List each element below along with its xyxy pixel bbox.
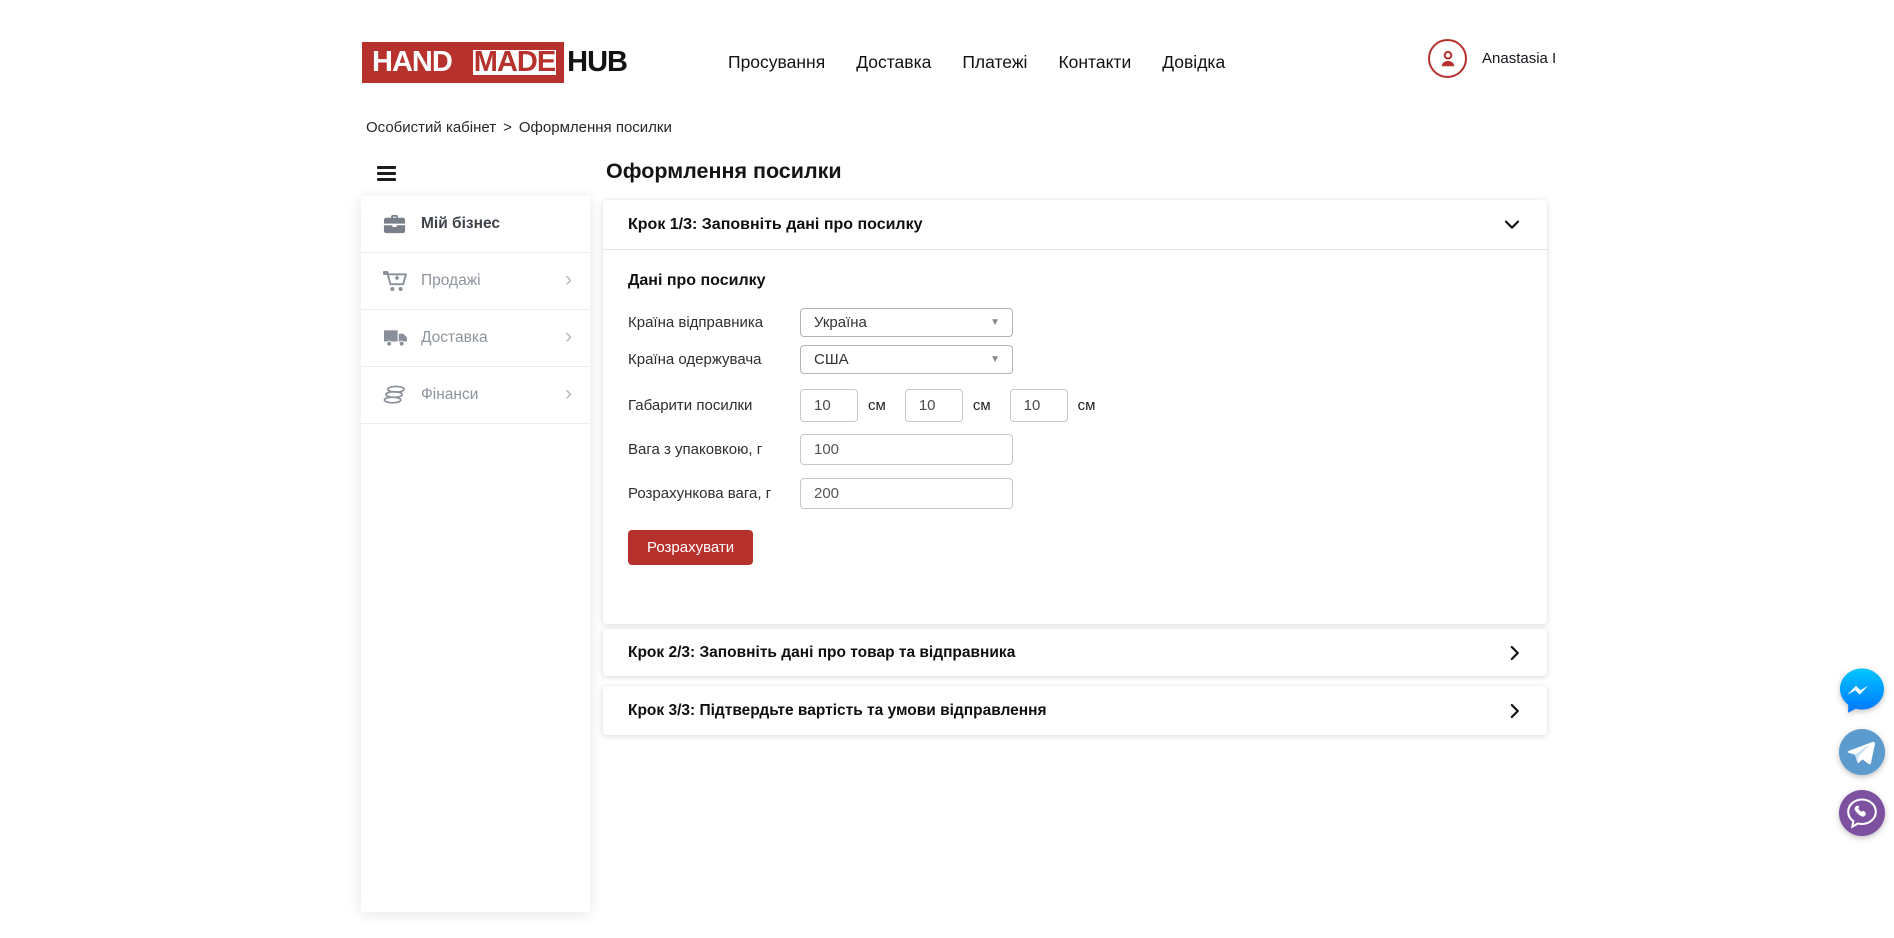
sidebar-item-sales[interactable]: Продажі › [361,253,590,310]
messenger-icon[interactable] [1837,666,1887,716]
sender-country-select[interactable]: Україна ▼ [800,308,1013,337]
handmadehub-logo[interactable]: HAND MADE HUB [362,42,627,83]
recipient-country-select[interactable]: США ▼ [800,345,1013,374]
recipient-country-row: Країна одержувача США ▼ [628,345,1522,374]
briefcase-icon [383,214,408,234]
page: HAND MADE HUB Просування Доставка Платеж… [0,0,1894,938]
recipient-country-label: Країна одержувача [628,351,800,368]
dimension-height-input[interactable] [1010,389,1068,422]
logo-hub: HUB [564,42,627,83]
calc-weight-label: Розрахункова вага, г [628,485,800,502]
breadcrumb-current: Оформлення посилки [519,119,672,136]
sidebar-item-label: Доставка [421,329,565,347]
calculate-button[interactable]: Розрахувати [628,530,753,565]
main-nav: Просування Доставка Платежі Контакти Дов… [728,42,1225,83]
sender-country-label: Країна відправника [628,314,800,331]
nav-item-contacts[interactable]: Контакти [1058,52,1131,73]
sidebar-item-label: Продажі [421,272,565,290]
coins-icon [383,385,408,405]
sidebar-item-label: Фінанси [421,386,565,404]
step1-card: Крок 1/3: Заповніть дані про посилку Дан… [603,200,1547,624]
chevron-right-icon: › [565,326,572,347]
nav-item-payments[interactable]: Платежі [962,52,1027,73]
weight-label: Вага з упаковкою, г [628,441,800,458]
step3-title: Крок 3/3: Підтвердьте вартість та умови … [628,702,1047,720]
nav-item-help[interactable]: Довідка [1162,52,1225,73]
sidebar: Мій бізнес Продажі › [361,196,590,912]
weight-row: Вага з упаковкою, г [628,434,1522,465]
chevron-down-icon[interactable] [1504,220,1520,230]
breadcrumb: Особистий кабінет > Оформлення посилки [366,119,672,136]
calc-weight-input[interactable] [800,478,1013,509]
unit-cm: см [973,397,991,414]
nav-item-promotion[interactable]: Просування [728,52,825,73]
dropdown-arrow-icon: ▼ [990,317,1000,328]
page-title: Оформлення посилки [606,159,842,184]
telegram-icon[interactable] [1837,727,1887,777]
dimension-width-input[interactable] [905,389,963,422]
weight-input[interactable] [800,434,1013,465]
chevron-right-icon: › [565,269,572,290]
dimensions-row: Габарити посилки см см см [628,389,1522,422]
person-icon [1436,47,1460,71]
sender-country-row: Країна відправника Україна ▼ [628,308,1522,337]
truck-icon [383,329,408,348]
sidebar-item-delivery[interactable]: Доставка › [361,310,590,367]
step2-title: Крок 2/3: Заповніть дані про товар та ві… [628,644,1015,662]
form-heading: Дані про посилку [628,272,1522,290]
calc-weight-row: Розрахункова вага, г [628,478,1522,509]
social-stack [1837,666,1887,838]
viber-icon[interactable] [1837,788,1887,838]
user-menu[interactable]: Anastasia I [1428,39,1556,78]
step3-accordion-header[interactable]: Крок 3/3: Підтвердьте вартість та умови … [603,686,1547,735]
cart-icon [383,271,408,292]
step1-title: Крок 1/3: Заповніть дані про посилку [628,216,923,234]
dimension-length-input[interactable] [800,389,858,422]
chevron-right-icon: › [565,383,572,404]
chevron-right-icon[interactable] [1510,703,1520,719]
user-avatar-icon[interactable] [1428,39,1467,78]
sender-country-value: Україна [814,314,867,331]
logo-made: MADE [469,46,560,79]
dropdown-arrow-icon: ▼ [990,354,1000,365]
nav-item-delivery[interactable]: Доставка [856,52,931,73]
sidebar-item-label: Мій бізнес [421,215,572,233]
breadcrumb-home[interactable]: Особистий кабінет [366,119,496,136]
sidebar-item-my-business[interactable]: Мій бізнес [361,196,590,253]
step1-body: Дані про посилку Країна відправника Укра… [603,250,1547,565]
unit-cm: см [1078,397,1096,414]
sidebar-item-finance[interactable]: Фінанси › [361,367,590,424]
user-name: Anastasia I [1482,50,1556,67]
breadcrumb-separator: > [503,119,512,136]
chevron-right-icon[interactable] [1510,645,1520,661]
step1-accordion-header[interactable]: Крок 1/3: Заповніть дані про посилку [603,200,1547,250]
unit-cm: см [868,397,886,414]
step2-accordion-header[interactable]: Крок 2/3: Заповніть дані про товар та ві… [603,629,1547,676]
sidebar-toggle-icon[interactable] [377,166,396,181]
recipient-country-value: США [814,351,849,368]
logo-hand: HAND [362,42,461,83]
dimensions-label: Габарити посилки [628,397,800,414]
